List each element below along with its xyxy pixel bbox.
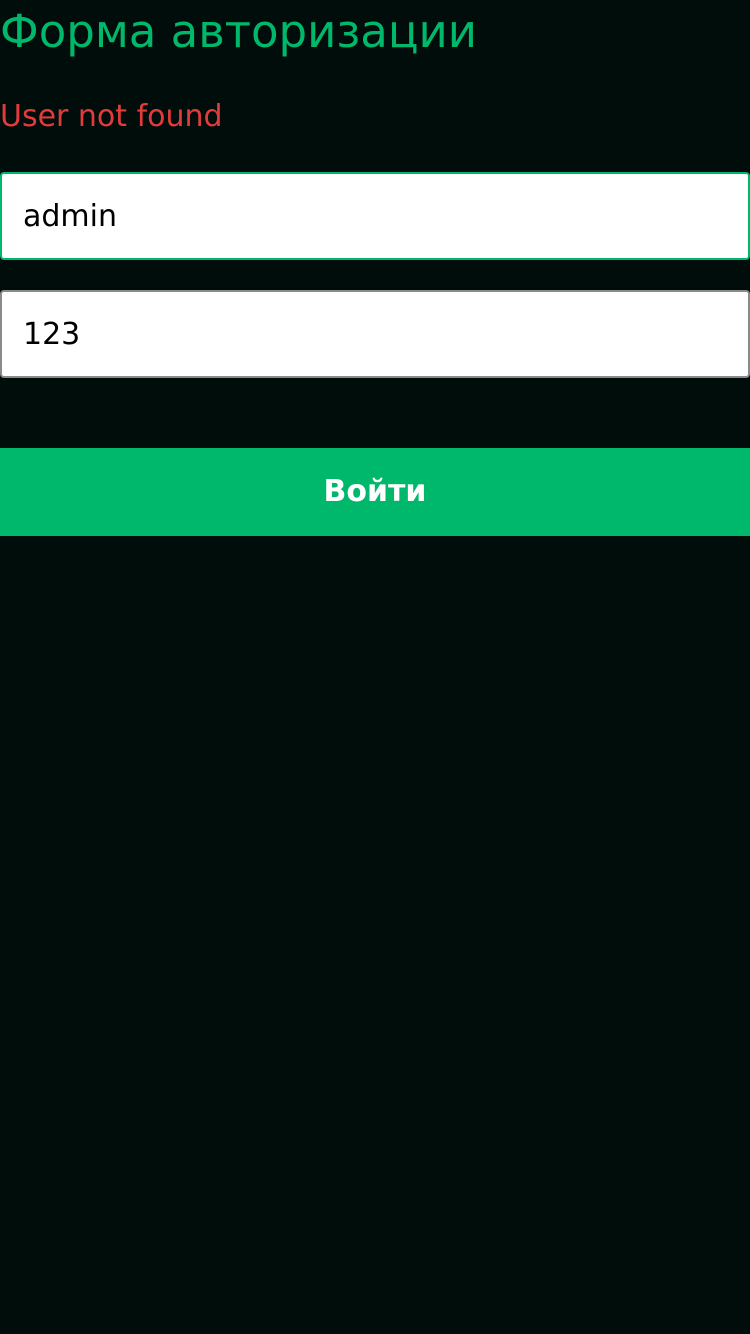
login-input[interactable] [0,172,750,260]
page-title: Форма авторизации [0,5,477,58]
password-input[interactable] [0,290,750,378]
login-button[interactable]: Войти [0,448,750,536]
error-message: User not found [0,99,223,134]
